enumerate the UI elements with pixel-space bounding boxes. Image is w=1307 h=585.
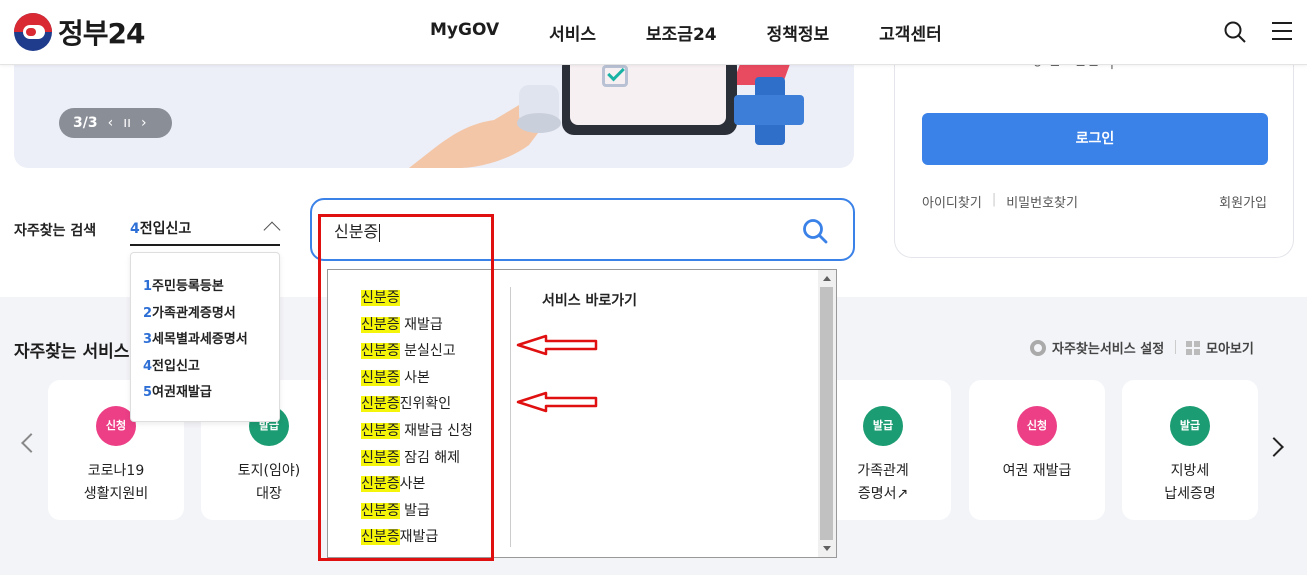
- cross-illustration-bar: [734, 95, 804, 125]
- prev-slide-icon[interactable]: ‹: [108, 115, 114, 131]
- signup-link[interactable]: 회원가입: [1219, 192, 1267, 211]
- nav-support[interactable]: 고객센터: [879, 20, 942, 45]
- document-illustration: [562, 65, 737, 135]
- login-button[interactable]: 로그인: [922, 113, 1268, 165]
- view-all-label: 모아보기: [1206, 342, 1254, 357]
- frequent-services-title: 자주찾는 서비스: [14, 342, 130, 362]
- selected-keyword: 전입신고: [139, 221, 192, 237]
- site-logo[interactable]: 정부24: [14, 12, 145, 52]
- selected-rank: 4: [130, 221, 140, 237]
- scroll-down-icon[interactable]: [823, 546, 831, 551]
- scroll-thumb[interactable]: [820, 287, 833, 540]
- service-settings-link[interactable]: 자주찾는서비스 설정: [1030, 338, 1164, 357]
- nav-policy[interactable]: 정책정보: [767, 20, 830, 45]
- service-card-label: 코로나19 생활지원비: [83, 463, 149, 502]
- nav-subsidy[interactable]: 보조금24: [646, 20, 717, 45]
- service-card-label: 지방세 납세증명: [1164, 463, 1216, 502]
- annotation-arrow-icon: [516, 334, 598, 356]
- search-icon[interactable]: [1224, 21, 1246, 43]
- login-links: 아이디찾기 | 비밀번호찾기: [922, 192, 1078, 211]
- service-badge: 신청: [1017, 406, 1057, 446]
- login-card: ㅎ ㄹㅡㅂㄴ ㅓ 로그인 아이디찾기 | 비밀번호찾기 회원가입: [894, 56, 1294, 258]
- frequent-search-option[interactable]: 2가족관계증명서: [131, 302, 279, 329]
- hero-banner[interactable]: 3/3 ‹ ıı ›: [14, 65, 854, 168]
- find-password-link[interactable]: 비밀번호찾기: [1006, 192, 1078, 211]
- annotation-arrow-icon: [516, 391, 598, 413]
- banner-pager: 3/3 ‹ ıı ›: [59, 108, 172, 138]
- nav-mygov[interactable]: MyGOV: [430, 20, 499, 45]
- grid-icon: [1186, 340, 1200, 355]
- search-submit-icon[interactable]: [802, 218, 828, 244]
- divider: [1175, 340, 1176, 354]
- view-all-link[interactable]: 모아보기: [1186, 338, 1254, 357]
- footer-band: [0, 575, 1307, 585]
- frequent-search-option[interactable]: 4전입신고: [131, 355, 279, 382]
- frequent-search-option[interactable]: 5여권재발급: [131, 381, 279, 408]
- find-id-link[interactable]: 아이디찾기: [922, 192, 982, 211]
- next-slide-icon[interactable]: ›: [141, 115, 147, 131]
- annotation-box: [318, 214, 494, 561]
- gear-icon: [1030, 339, 1046, 356]
- service-badge: 발급: [863, 406, 903, 446]
- service-card[interactable]: 발급 지방세 납세증명: [1122, 380, 1258, 520]
- autocomplete-scrollbar[interactable]: [818, 270, 836, 557]
- hand-illustration: [409, 85, 561, 168]
- site-header: 정부24 MyGOV 서비스 보조금24 정책정보 고객센터: [0, 0, 1307, 65]
- frequent-search-select[interactable]: 4전입신고: [130, 212, 281, 246]
- autocomplete-divider: [510, 287, 511, 547]
- main-nav: MyGOV 서비스 보조금24 정책정보 고객센터: [430, 20, 992, 45]
- service-card[interactable]: 신청 여권 재발급: [969, 380, 1105, 520]
- service-shortcut-heading: 서비스 바로가기: [542, 293, 638, 309]
- scroll-up-icon[interactable]: [823, 276, 831, 281]
- frequent-search-label: 자주찾는 검색: [14, 223, 97, 239]
- hamburger-menu-icon[interactable]: [1272, 22, 1292, 40]
- service-settings-label: 자주찾는서비스 설정: [1052, 342, 1165, 357]
- service-card-label: 토지(임야) 대장: [237, 463, 301, 502]
- frequent-search-option[interactable]: 3세목별과세증명서: [131, 328, 279, 355]
- pause-icon[interactable]: ıı: [123, 115, 131, 131]
- frequent-search-dropdown: 1주민등록등본 2가족관계증명서 3세목별과세증명서 4전입신고 5여권재발급: [130, 252, 280, 422]
- service-card-label: 여권 재발급: [1002, 463, 1072, 479]
- carousel-prev-icon[interactable]: [21, 433, 41, 453]
- nav-services[interactable]: 서비스: [549, 20, 596, 45]
- service-badge: 발급: [1170, 406, 1210, 446]
- chevron-up-icon: [263, 221, 281, 239]
- frequent-search-option[interactable]: 1주민등록등본: [131, 275, 279, 302]
- taegeuk-logo-icon: [14, 13, 52, 51]
- logo-text: 정부24: [58, 17, 145, 50]
- link-divider: |: [991, 192, 997, 207]
- pager-count: 3/3: [73, 115, 98, 131]
- carousel-next-icon[interactable]: [1264, 437, 1284, 457]
